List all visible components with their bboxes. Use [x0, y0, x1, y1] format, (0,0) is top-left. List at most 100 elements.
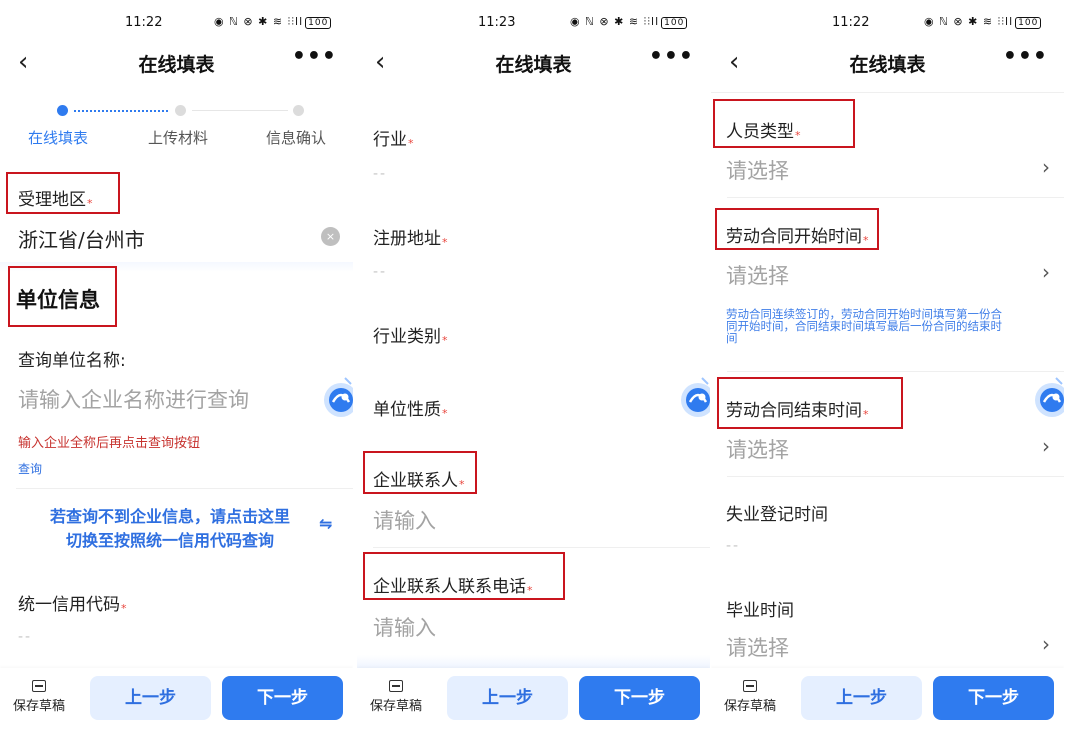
- step-connector: [192, 110, 288, 111]
- battery-icon: 100: [1015, 17, 1042, 29]
- more-icon[interactable]: •••: [1003, 44, 1048, 69]
- status-icons: ◉ ℕ ⊗ ✱ ≋ ⫶⫶ll 100: [924, 15, 1042, 29]
- industry-label: 行业*: [373, 125, 414, 150]
- credit-code-value: --: [18, 629, 33, 645]
- chevron-right-icon[interactable]: ›: [1042, 632, 1050, 656]
- industry-label-text: 行业: [373, 130, 407, 150]
- clear-icon[interactable]: ×: [321, 227, 340, 246]
- registered-address-label-text: 注册地址: [373, 229, 441, 249]
- contract-tip-line-2: 同开始时间，合同结束时间填写最后一份合同的结束时: [726, 319, 1002, 333]
- status-time: 11:22: [832, 15, 870, 30]
- registered-address-label: 注册地址*: [373, 224, 448, 249]
- divider: [711, 92, 1064, 93]
- status-time: 11:23: [478, 15, 516, 30]
- panel-fill-form-1: 11:22 ◉ ℕ ⊗ ✱ ≋ ⫶⫶ll 100 ‹ 在线填表 ••• 在线填表 …: [0, 0, 353, 736]
- annotation-box: [713, 99, 855, 148]
- company-name-input[interactable]: 请输入企业名称进行查询: [18, 384, 249, 414]
- assistant-icon[interactable]: [319, 372, 353, 424]
- prev-step-button[interactable]: 上一步: [90, 676, 211, 720]
- personnel-type-select[interactable]: 请选择: [726, 155, 789, 185]
- save-draft-label: 保存草稿: [12, 699, 65, 714]
- divider: [727, 476, 1064, 477]
- prev-step-button[interactable]: 上一步: [801, 676, 922, 720]
- query-company-label: 查询单位名称:: [18, 351, 126, 371]
- industry-category-label-text: 行业类别: [373, 327, 441, 347]
- step-connector: [74, 110, 168, 112]
- step-label-online-form[interactable]: 在线填表: [28, 127, 88, 148]
- panel-fill-form-2: 11:23 ◉ ℕ ⊗ ✱ ≋ ⫶⫶ll 100 ‹ 在线填表 ••• 行业* -…: [357, 0, 710, 736]
- save-draft-button[interactable]: 保存草稿: [721, 680, 779, 714]
- industry-value: --: [373, 166, 388, 182]
- status-time: 11:22: [125, 15, 163, 30]
- switch-icon[interactable]: ⇋: [319, 514, 332, 533]
- step-dot: [293, 105, 304, 116]
- status-icon-row: ◉ ℕ ⊗ ✱ ≋ ⫶⫶ll: [570, 15, 660, 28]
- query-hint: 输入企业全称后再点击查询按钮: [18, 436, 201, 451]
- divider: [373, 547, 710, 548]
- industry-category-label: 行业类别*: [373, 322, 448, 347]
- step-label-upload[interactable]: 上传材料: [148, 127, 208, 148]
- annotation-box: [6, 172, 120, 214]
- more-icon[interactable]: •••: [292, 44, 337, 69]
- chevron-right-icon[interactable]: ›: [1042, 260, 1050, 284]
- credit-code-label-text: 统一信用代码: [18, 595, 120, 615]
- prev-step-button[interactable]: 上一步: [447, 676, 568, 720]
- unemployment-registration-value: --: [726, 538, 741, 554]
- annotation-box: [715, 208, 879, 250]
- switch-line-2: 切换至按照统一信用代码查询: [65, 531, 274, 550]
- contract-end-select[interactable]: 请选择: [726, 434, 789, 464]
- graduation-time-select[interactable]: 请选择: [726, 632, 789, 662]
- unit-nature-label: 单位性质*: [373, 395, 448, 420]
- annotation-box: [363, 451, 477, 494]
- save-draft-label: 保存草稿: [369, 699, 422, 714]
- bottom-action-bar: 保存草稿 上一步 下一步: [0, 668, 353, 736]
- bottom-action-bar: 保存草稿 上一步 下一步: [711, 668, 1064, 736]
- bottom-action-bar: 保存草稿 上一步 下一步: [357, 668, 710, 736]
- assistant-icon[interactable]: [676, 372, 710, 424]
- status-icon-row: ◉ ℕ ⊗ ✱ ≋ ⫶⫶ll: [924, 15, 1014, 28]
- annotation-box: [8, 266, 117, 327]
- annotation-box: [717, 377, 903, 429]
- divider: [727, 371, 1064, 372]
- contract-tip: 劳动合同连续签订的，劳动合同开始时间填写第一份合 同开始时间，合同结束时间填写最…: [726, 308, 1002, 344]
- annotation-box: [363, 552, 565, 600]
- chevron-right-icon[interactable]: ›: [1042, 155, 1050, 179]
- draft-icon: [743, 680, 757, 692]
- next-step-button[interactable]: 下一步: [933, 676, 1054, 720]
- company-contact-input[interactable]: 请输入: [373, 505, 436, 535]
- unit-nature-label-text: 单位性质: [373, 400, 441, 420]
- more-icon[interactable]: •••: [649, 44, 694, 69]
- step-dot: [175, 105, 186, 116]
- required-mark: *: [442, 236, 448, 249]
- required-mark: *: [442, 407, 448, 420]
- switch-line-1: 若查询不到企业信息，请点击这里: [49, 507, 290, 526]
- next-step-button[interactable]: 下一步: [579, 676, 700, 720]
- battery-icon: 100: [661, 17, 688, 29]
- required-mark: *: [408, 137, 414, 150]
- contract-tip-line-3: 间: [726, 331, 738, 345]
- save-draft-button[interactable]: 保存草稿: [367, 680, 425, 714]
- next-step-button[interactable]: 下一步: [222, 676, 343, 720]
- panel-fill-form-3: 11:22 ◉ ℕ ⊗ ✱ ≋ ⫶⫶ll 100 ‹ 在线填表 ••• 人员类型*…: [711, 0, 1064, 736]
- scroll-fade: [357, 655, 710, 669]
- unemployment-registration-label: 失业登记时间: [726, 505, 828, 525]
- step-label-confirm[interactable]: 信息确认: [266, 127, 326, 148]
- chevron-right-icon[interactable]: ›: [1042, 434, 1050, 458]
- step-dot-active: [57, 105, 68, 116]
- save-draft-button[interactable]: 保存草稿: [10, 680, 68, 714]
- registered-address-value: --: [373, 264, 388, 280]
- query-link[interactable]: 查询: [18, 460, 42, 477]
- draft-icon: [32, 680, 46, 692]
- battery-icon: 100: [305, 17, 332, 29]
- assistant-icon[interactable]: [1030, 372, 1064, 424]
- credit-code-label: 统一信用代码*: [18, 590, 127, 615]
- status-icons: ◉ ℕ ⊗ ✱ ≋ ⫶⫶ll 100: [570, 15, 688, 29]
- contract-start-select[interactable]: 请选择: [726, 260, 789, 290]
- required-mark: *: [121, 602, 127, 615]
- required-mark: *: [442, 334, 448, 347]
- status-icons: ◉ ℕ ⊗ ✱ ≋ ⫶⫶ll 100: [214, 15, 332, 29]
- switch-to-credit-code-link[interactable]: 若查询不到企业信息，请点击这里 切换至按照统一信用代码查询: [22, 505, 318, 553]
- company-contact-phone-input[interactable]: 请输入: [373, 612, 436, 642]
- region-value[interactable]: 浙江省/台州市: [18, 224, 145, 253]
- screenshot-collage: 11:22 ◉ ℕ ⊗ ✱ ≋ ⫶⫶ll 100 ‹ 在线填表 ••• 在线填表 …: [0, 0, 1068, 736]
